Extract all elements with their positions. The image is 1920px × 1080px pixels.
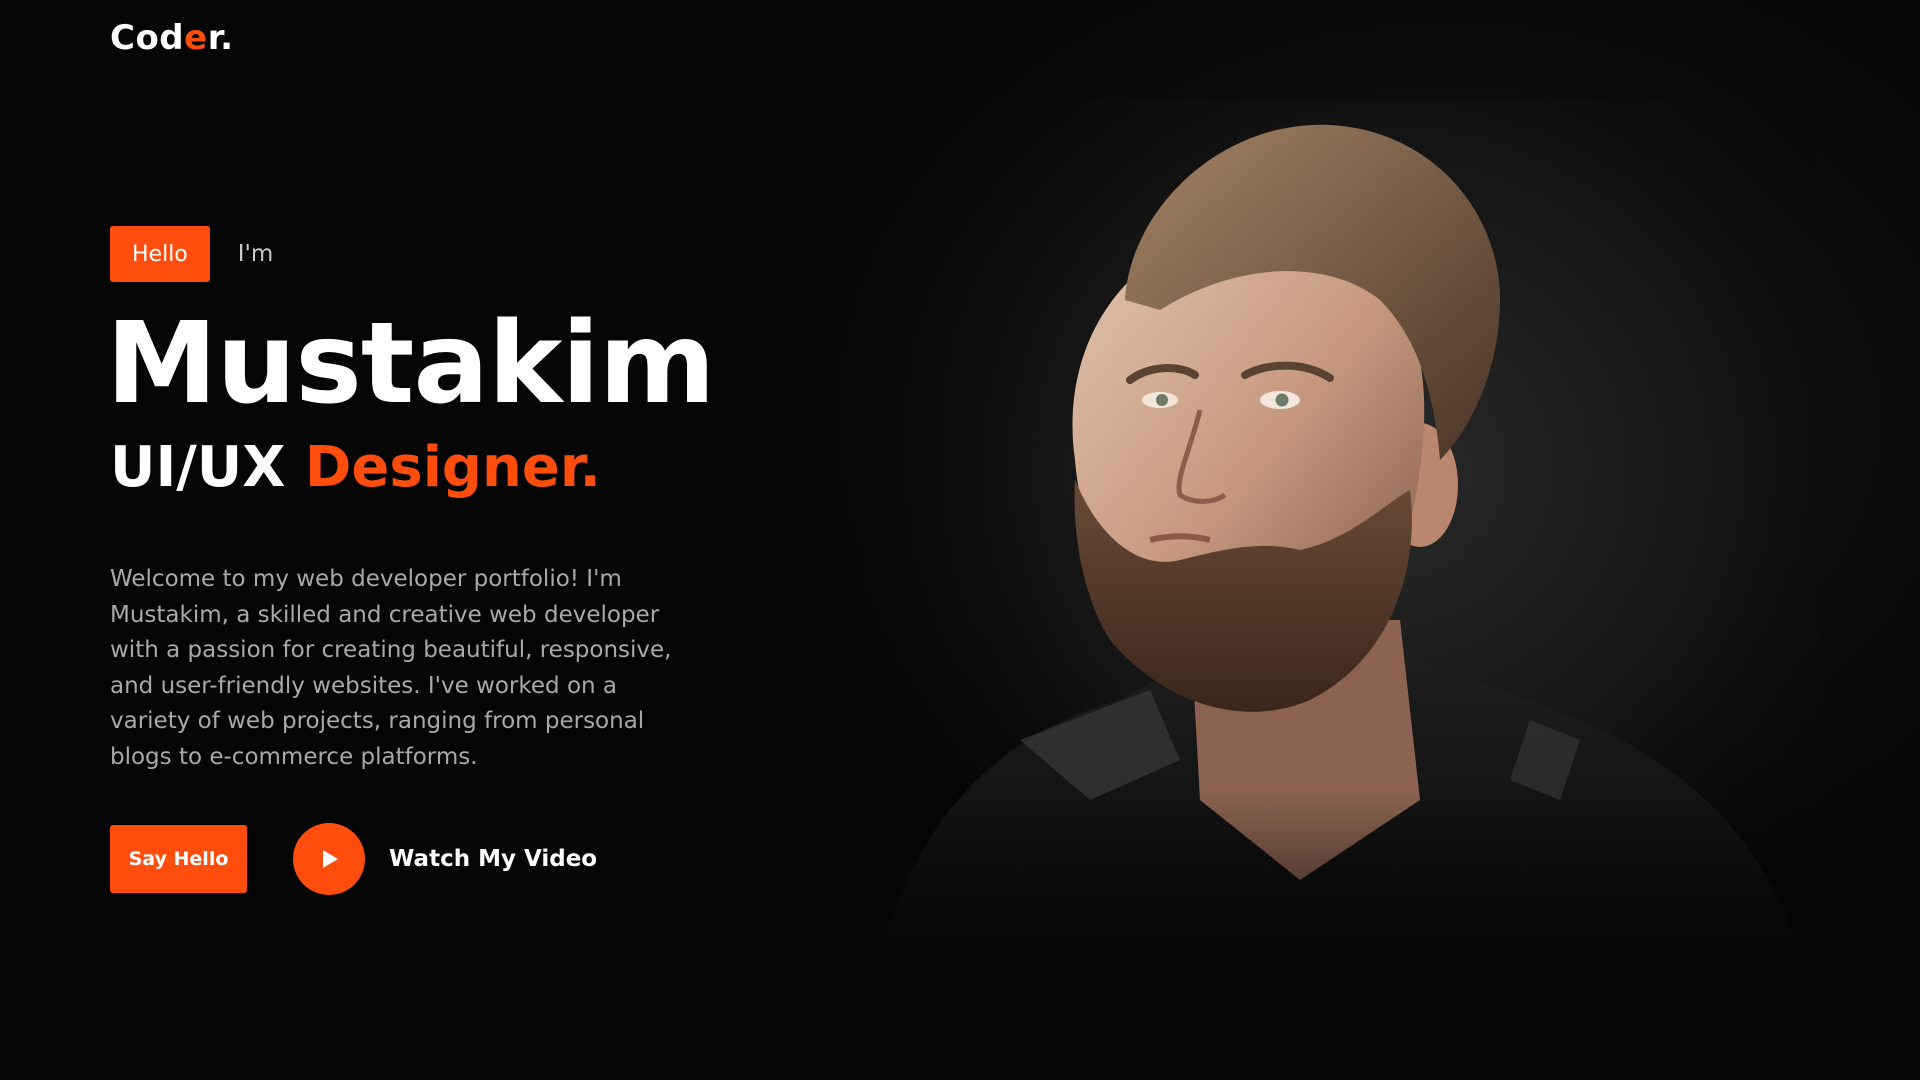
logo-text-accent: e xyxy=(184,18,208,58)
intro-text: I'm xyxy=(237,241,274,267)
cta-row: Say Hello Watch My Video xyxy=(110,823,597,895)
play-icon xyxy=(323,850,338,868)
hero-role: UI/UX Designer. xyxy=(110,440,601,496)
site-logo[interactable]: Coder. xyxy=(110,18,234,58)
watch-video-button[interactable]: Watch My Video xyxy=(293,823,597,895)
logo-text-part1: Cod xyxy=(110,18,185,58)
role-accent-text: Designer. xyxy=(304,435,601,500)
play-button[interactable] xyxy=(293,823,365,895)
portrait-photo xyxy=(860,100,1820,1020)
portfolio-hero-page: Coder. Hello I'm Mustakim UI/UX Designer… xyxy=(0,0,1920,1080)
role-main-text: UI/UX xyxy=(110,435,305,500)
hello-badge: Hello xyxy=(110,226,210,282)
say-hello-button[interactable]: Say Hello xyxy=(110,825,247,893)
hero-bio: Welcome to my web developer portfolio! I… xyxy=(110,566,672,770)
greeting-row: Hello I'm xyxy=(110,226,273,282)
watch-video-label[interactable]: Watch My Video xyxy=(389,846,597,872)
logo-text-part3: r. xyxy=(207,18,234,58)
hero-name: Mustakim xyxy=(106,299,716,429)
